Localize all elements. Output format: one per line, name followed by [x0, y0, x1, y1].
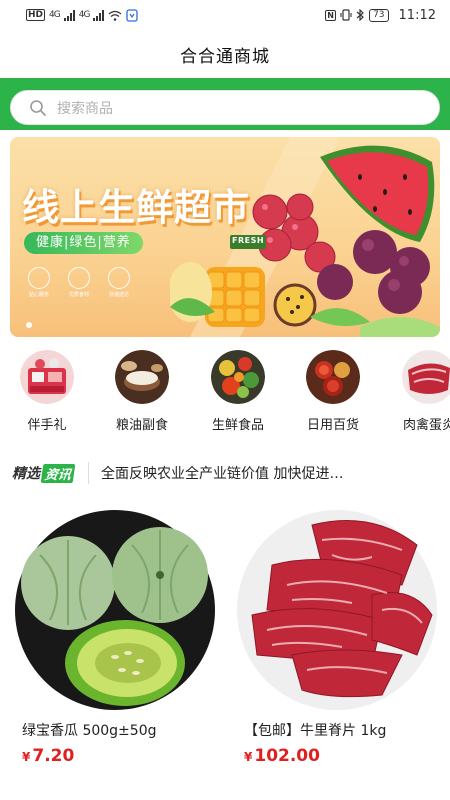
- banner-features: 贴心服务 优质食材 快速送达: [24, 267, 134, 298]
- banner-title: 线上生鲜超市: [22, 186, 250, 229]
- signal-icon-2: [93, 9, 105, 21]
- bluetooth-icon: [356, 9, 364, 21]
- search-placeholder: 搜索商品: [57, 100, 113, 117]
- heart-service-icon: [28, 267, 50, 289]
- category-gift[interactable]: 伴手礼: [12, 350, 82, 433]
- currency-symbol: ¥: [22, 750, 31, 764]
- product-card-melon[interactable]: 绿宝香瓜 500g±50g ¥7.20: [10, 505, 220, 766]
- category-row: 伴手礼 粮油副食 生鲜食品 日用百货 肉禽蛋炎: [0, 350, 450, 440]
- currency-symbol: ¥: [244, 750, 253, 764]
- battery-icon: 73: [369, 8, 389, 22]
- status-left: HD 4G 4G: [26, 8, 139, 22]
- status-time: 11:12: [398, 7, 436, 23]
- category-grain[interactable]: 粮油副食: [107, 350, 177, 433]
- category-fresh[interactable]: 生鲜食品: [203, 350, 273, 433]
- news-ticker[interactable]: 精选 资讯 全面反映农业全产业链价值 加快促进…: [0, 455, 450, 491]
- category-label: 伴手礼: [27, 418, 67, 433]
- product-name: 【包邮】牛里脊片 1kg: [244, 723, 387, 739]
- product-price: ¥102.00: [232, 746, 442, 766]
- vibrate-icon: [340, 9, 352, 21]
- gift-basket-image: [20, 350, 74, 404]
- category-daily[interactable]: 日用百货: [298, 350, 368, 433]
- category-label: 生鲜食品: [211, 418, 264, 433]
- category-meat[interactable]: 肉禽蛋炎: [394, 350, 450, 433]
- feature-label: 快速送达: [108, 292, 129, 298]
- search-icon: [30, 99, 46, 116]
- signal-4g-label: 4G: [49, 10, 61, 20]
- fruit-illustration: [170, 137, 440, 337]
- product-name: 绿宝香瓜 500g±50g: [22, 723, 157, 739]
- feature-label: 优质食材: [68, 292, 89, 298]
- category-label: 粮油副食: [115, 418, 168, 433]
- nfc-icon: N: [325, 9, 337, 21]
- search-input[interactable]: 搜索商品: [10, 90, 440, 125]
- melon-product-image: [15, 510, 215, 710]
- product-price: ¥7.20: [10, 746, 220, 766]
- news-logo: 精选 资讯: [12, 463, 76, 483]
- fresh-badge: FRESH: [232, 236, 265, 245]
- news-divider: [88, 462, 90, 484]
- grain-bowl-image: [115, 350, 169, 404]
- product-card-beef[interactable]: 【包邮】牛里脊片 1kg ¥102.00: [232, 505, 442, 766]
- signal-4g-label-2: 4G: [78, 10, 91, 20]
- wifi-icon: [109, 10, 122, 21]
- carousel-indicator[interactable]: [26, 322, 32, 328]
- news-logo-badge: 资讯: [40, 463, 76, 483]
- banner-tagline: 健康|绿色|营养: [24, 232, 143, 254]
- leaf-quality-icon: [68, 267, 90, 289]
- category-label: 日用百货: [306, 418, 359, 433]
- news-logo-text: 精选: [12, 466, 40, 482]
- meat-image: [402, 350, 450, 404]
- price-value: 7.20: [32, 746, 75, 766]
- price-value: 102.00: [254, 746, 320, 766]
- hd-icon: HD: [26, 9, 46, 21]
- news-headline[interactable]: 全面反映农业全产业链价值 加快促进…: [101, 463, 391, 483]
- feature-label: 贴心服务: [28, 292, 49, 298]
- app-notification-icon: [126, 8, 139, 22]
- feature-delivery: 快速送达: [104, 267, 134, 298]
- beef-product-image: [237, 510, 437, 710]
- delivery-icon: [108, 267, 130, 289]
- spice-bowls-image: [306, 350, 360, 404]
- feature-service: 贴心服务: [24, 267, 54, 298]
- status-bar: HD 4G 4G N 73 11:12: [0, 0, 450, 30]
- signal-icon: [63, 9, 75, 21]
- feature-quality: 优质食材: [64, 267, 94, 298]
- category-label: 肉禽蛋炎: [402, 418, 450, 433]
- page-title: 合合通商城: [180, 46, 270, 67]
- title-bar: 合合通商城: [0, 30, 450, 78]
- vegetables-image: [211, 350, 265, 404]
- promo-banner[interactable]: FRESH 线上生鲜超市 健康|绿色|营养 贴心服务 优质食材 快速送达: [10, 137, 440, 337]
- status-right: N 73 11:12: [325, 8, 436, 23]
